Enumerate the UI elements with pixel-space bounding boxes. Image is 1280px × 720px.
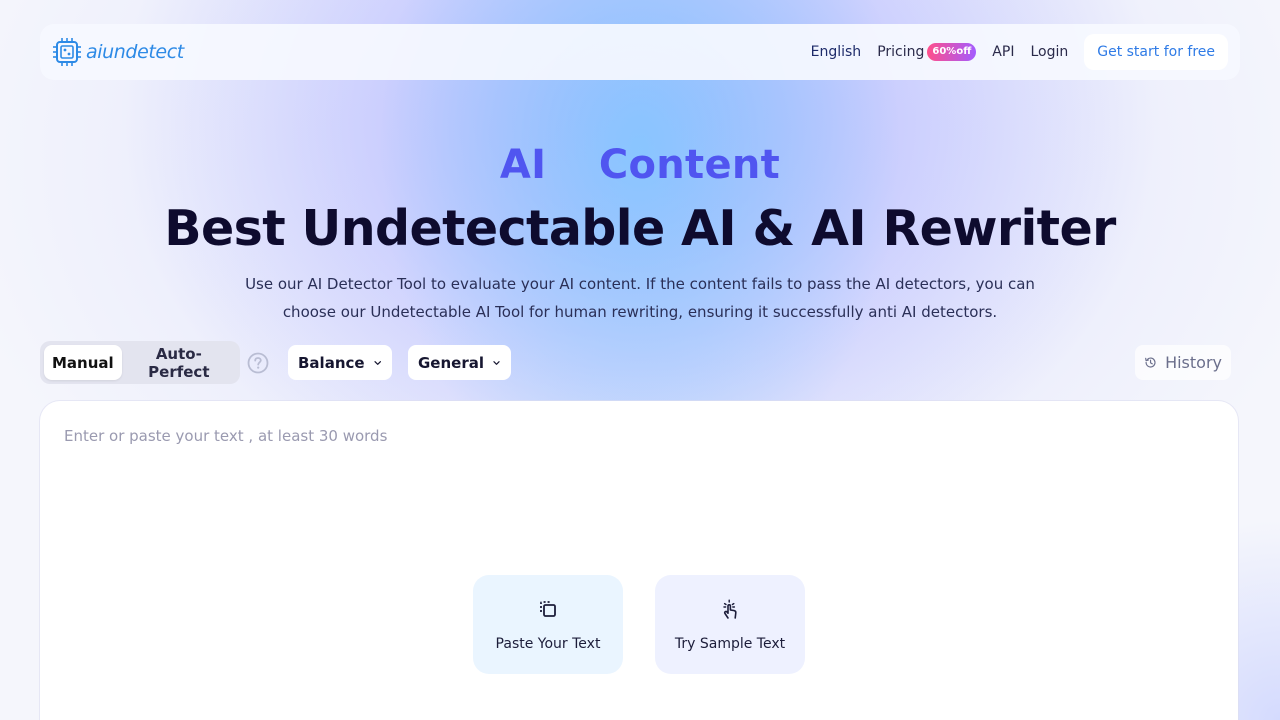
text-input[interactable] — [64, 427, 1204, 557]
page-title: Best Undetectable AI & AI Rewriter — [164, 200, 1116, 257]
chevron-down-icon — [373, 360, 381, 365]
sample-text-label: Try Sample Text — [674, 635, 786, 652]
get-started-button[interactable]: Get start for free — [1084, 34, 1228, 70]
sample-text-button[interactable]: Try Sample Text — [655, 575, 805, 674]
paste-clipboard-icon — [540, 600, 556, 617]
strength-select-value: Balance — [298, 353, 365, 372]
pricing-link[interactable]: Pricing — [877, 44, 924, 60]
text-editor-panel: Paste Your Text Try Sample Text — [40, 401, 1238, 720]
pricing-link-wrap[interactable]: Pricing 60%off — [877, 43, 977, 61]
mode-manual-button[interactable]: Manual — [44, 345, 122, 380]
purpose-select[interactable]: General — [408, 345, 511, 380]
chevron-down-icon — [493, 360, 500, 365]
paste-text-button[interactable]: Paste Your Text — [473, 575, 623, 674]
discount-badge: 60%off — [927, 43, 977, 61]
top-navbar: aiundetect English Pricing 60%off API Lo… — [40, 24, 1240, 80]
paste-text-label: Paste Your Text — [495, 635, 601, 652]
history-label: History — [1165, 353, 1222, 372]
hero-subtitle: AI Content — [499, 142, 781, 188]
chip-logo-icon — [53, 38, 81, 66]
hero-description: Use our AI Detector Tool to evaluate you… — [245, 275, 1035, 321]
strength-select[interactable]: Balance — [288, 345, 392, 380]
site-logo[interactable]: aiundetect — [52, 37, 184, 67]
mode-auto-perfect-button[interactable]: Auto-Perfect — [122, 345, 236, 381]
history-clock-icon — [1145, 357, 1156, 368]
logo-text: aiundetect — [86, 41, 184, 63]
tap-hand-icon — [723, 599, 737, 619]
api-link[interactable]: API — [992, 44, 1014, 60]
history-button[interactable]: History — [1135, 345, 1231, 380]
question-circle-icon[interactable] — [247, 352, 269, 374]
language-switcher[interactable]: English — [811, 44, 862, 60]
mode-toggle: Manual Auto-Perfect — [40, 341, 240, 384]
main-nav: English Pricing 60%off API Login Get sta… — [811, 34, 1228, 70]
purpose-select-value: General — [418, 353, 484, 372]
login-link[interactable]: Login — [1030, 44, 1068, 60]
